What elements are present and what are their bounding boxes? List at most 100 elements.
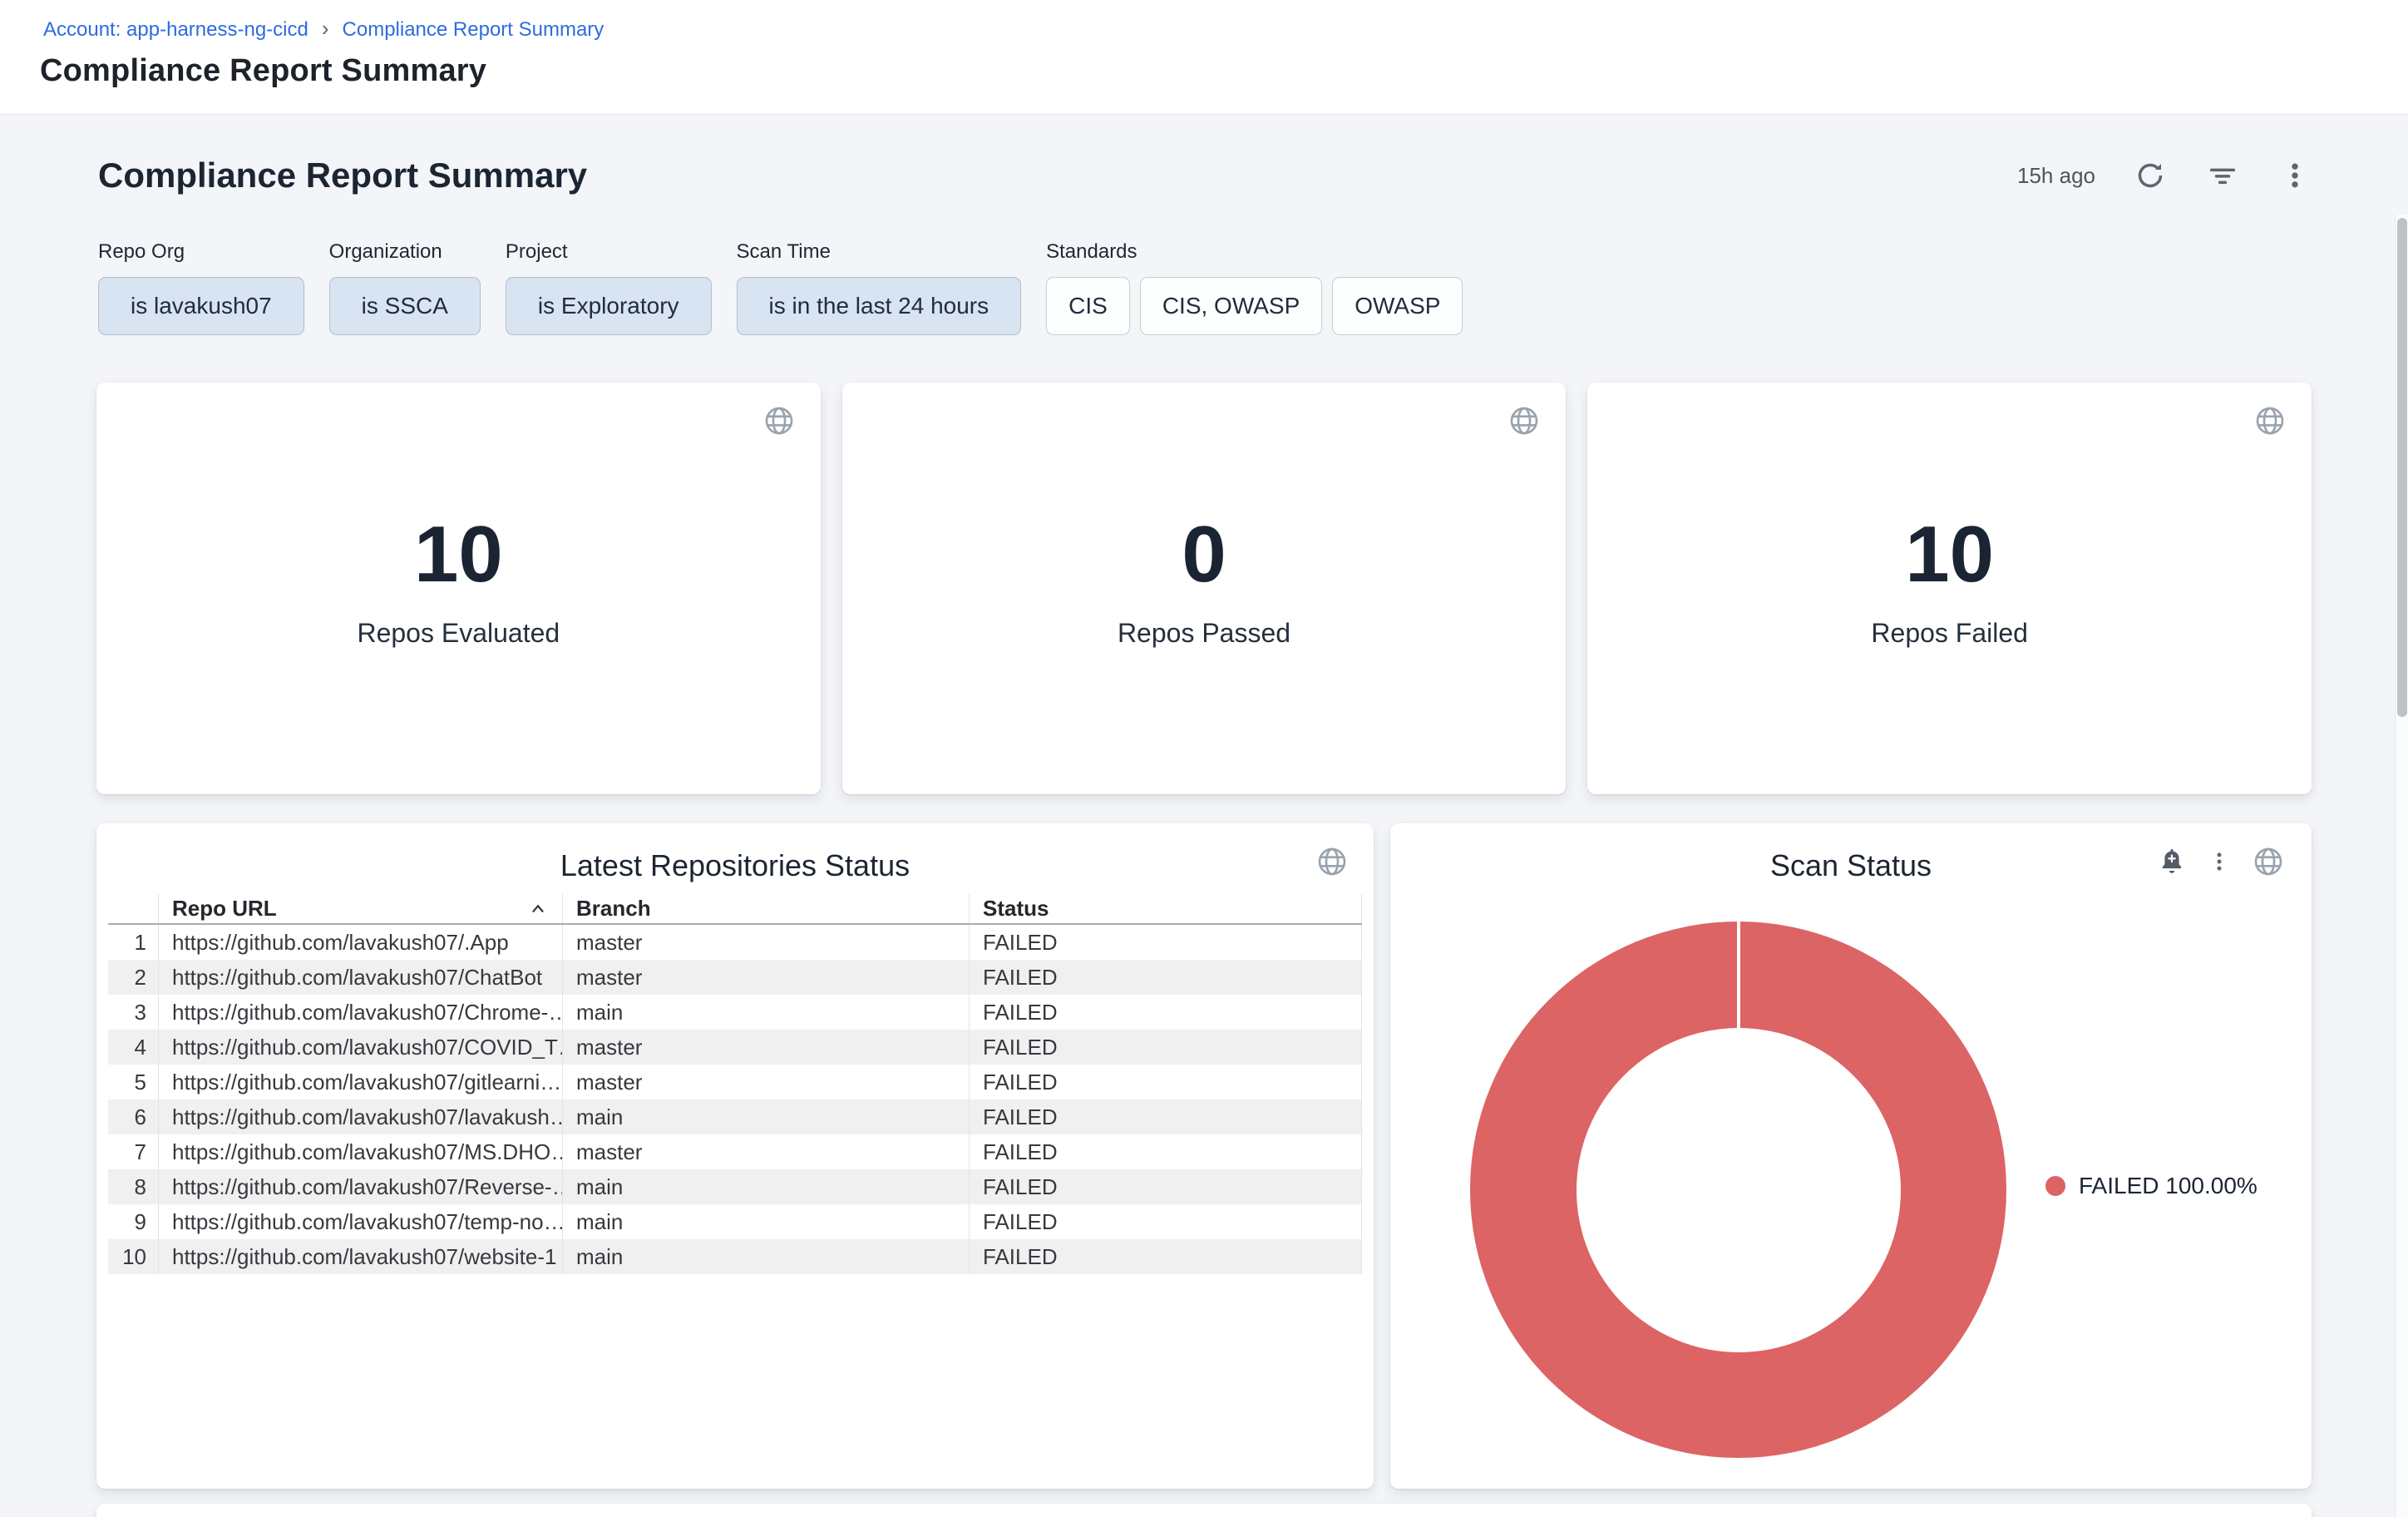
row-number-cell: 6 (108, 1099, 158, 1134)
metric-value: 10 (1905, 513, 1994, 597)
repo-url-cell: https://github.com/lavakush07/gitlearni… (158, 1065, 562, 1099)
row-number-cell: 8 (108, 1169, 158, 1204)
branch-cell: main (562, 1169, 969, 1204)
alert-button[interactable] (2157, 847, 2187, 877)
row-number-cell: 2 (108, 960, 158, 995)
dashboard-content: Compliance Report Summary 15h ago (0, 116, 2408, 1517)
column-header-status[interactable]: Status (969, 894, 1362, 923)
table-header-row: Repo URL Branch Status (108, 894, 1362, 925)
branch-cell: main (562, 1239, 969, 1274)
filter-label: Organization (329, 240, 481, 264)
repo-url-cell: https://github.com/lavakush07/temp-no… (158, 1204, 562, 1239)
repo-url-cell: https://github.com/lavakush07/website-1 (158, 1239, 562, 1274)
filter-group-scan-time: Scan Time is in the last 24 hours (737, 240, 1022, 335)
repo-url-cell: https://github.com/lavakush07/COVID_T… (158, 1030, 562, 1065)
scan-status-donut-chart[interactable] (1470, 922, 2006, 1458)
row-number-cell: 4 (108, 1030, 158, 1065)
scan-more-button[interactable] (2207, 847, 2232, 876)
filter-chip-standard-cis-owasp[interactable]: CIS, OWASP (1140, 277, 1322, 335)
last-updated-text: 15h ago (2017, 163, 2095, 189)
vertical-scrollbar-track (2395, 215, 2408, 1517)
globe-icon[interactable] (762, 404, 796, 437)
filter-chip-scan-time[interactable]: is in the last 24 hours (737, 277, 1022, 335)
column-header-repo-url[interactable]: Repo URL (158, 894, 562, 923)
column-header-branch[interactable]: Branch (562, 894, 969, 923)
donut-slice-divider (1737, 922, 1740, 1029)
filter-group-organization: Organization is SSCA (329, 240, 481, 335)
metric-label: Repos Failed (1871, 618, 2028, 649)
table-row: 7 https://github.com/lavakush07/MS.DHO… … (108, 1134, 1362, 1169)
branch-cell: master (562, 1134, 969, 1169)
metric-card-repos-passed: 0 Repos Passed (842, 383, 1567, 794)
filter-bar: Repo Org is lavakush07 Organization is S… (98, 240, 1463, 335)
page-title: Compliance Report Summary (40, 53, 2408, 89)
table-row: 9 https://github.com/lavakush07/temp-no…… (108, 1204, 1362, 1239)
filter-label: Standards (1046, 240, 1463, 264)
globe-icon[interactable] (1507, 404, 1541, 437)
repo-url-cell: https://github.com/lavakush07/.App (158, 925, 562, 960)
table-row: 8 https://github.com/lavakush07/Reverse-… (108, 1169, 1362, 1204)
status-cell: FAILED (969, 1134, 1362, 1169)
row-number-header (108, 894, 158, 923)
status-cell: FAILED (969, 1065, 1362, 1099)
filter-group-standards: Standards CIS CIS, OWASP OWASP (1046, 240, 1463, 335)
table-row: 5 https://github.com/lavakush07/gitlearn… (108, 1065, 1362, 1099)
table-row: 4 https://github.com/lavakush07/COVID_T…… (108, 1030, 1362, 1065)
status-cell: FAILED (969, 960, 1362, 995)
status-cell: FAILED (969, 995, 1362, 1030)
kebab-menu-icon (2207, 847, 2232, 876)
filter-chip-organization[interactable]: is SSCA (329, 277, 481, 335)
filter-chip-project[interactable]: is Exploratory (506, 277, 712, 335)
branch-cell: main (562, 1204, 969, 1239)
filter-chip-standard-owasp[interactable]: OWASP (1332, 277, 1463, 335)
table-row: 1 https://github.com/lavakush07/.App mas… (108, 925, 1362, 960)
legend-failed-label: FAILED 100.00% (2079, 1173, 2258, 1199)
metric-card-repos-evaluated: 10 Repos Evaluated (96, 383, 821, 794)
dashboard-header: Compliance Report Summary 15h ago (98, 156, 2312, 195)
dashboard-title: Compliance Report Summary (98, 156, 587, 195)
status-cell: FAILED (969, 1204, 1362, 1239)
metric-label: Repos Passed (1118, 618, 1290, 649)
filter-group-project: Project is Exploratory (506, 240, 712, 335)
metric-value: 0 (1182, 513, 1226, 597)
bell-plus-icon (2157, 847, 2187, 877)
status-cell: FAILED (969, 1099, 1362, 1134)
globe-icon[interactable] (2252, 845, 2285, 878)
branch-cell: master (562, 1030, 969, 1065)
table-card-title: Latest Repositories Status (96, 823, 1374, 883)
repo-url-cell: https://github.com/lavakush07/MS.DHO… (158, 1134, 562, 1169)
filter-icon (2205, 159, 2240, 192)
legend-failed-marker (2045, 1176, 2065, 1196)
sort-ascending-icon (529, 900, 547, 918)
vertical-scrollbar-thumb[interactable] (2397, 218, 2407, 717)
branch-cell: master (562, 960, 969, 995)
filter-button[interactable] (2205, 159, 2240, 192)
metric-value: 10 (414, 513, 503, 597)
breadcrumb-current-link[interactable]: Compliance Report Summary (343, 18, 604, 42)
globe-icon[interactable] (1315, 845, 1349, 878)
refresh-button[interactable] (2134, 159, 2167, 192)
scan-card-actions (2157, 845, 2285, 878)
status-cell: FAILED (969, 925, 1362, 960)
breadcrumb-separator: › (322, 18, 329, 38)
repo-url-cell: https://github.com/lavakush07/Reverse-… (158, 1169, 562, 1204)
filter-chip-repo-org[interactable]: is lavakush07 (98, 277, 304, 335)
branch-cell: main (562, 995, 969, 1030)
dashboard-actions: 15h ago (2017, 159, 2312, 192)
row-number-cell: 10 (108, 1239, 158, 1274)
status-cell: FAILED (969, 1030, 1362, 1065)
filter-chip-standard-cis[interactable]: CIS (1046, 277, 1130, 335)
breadcrumb-account-link[interactable]: Account: app-harness-ng-cicd (43, 18, 308, 42)
dashboard-more-button[interactable] (2278, 159, 2312, 192)
table-body: 1 https://github.com/lavakush07/.App mas… (108, 925, 1362, 1274)
status-cell: FAILED (969, 1169, 1362, 1204)
app-header: Account: app-harness-ng-cicd › Complianc… (0, 0, 2408, 115)
globe-icon[interactable] (2253, 404, 2287, 437)
table-row: 3 https://github.com/lavakush07/Chrome-…… (108, 995, 1362, 1030)
breadcrumb: Account: app-harness-ng-cicd › Complianc… (43, 18, 2408, 42)
chart-legend[interactable]: FAILED 100.00% (2045, 1173, 2258, 1199)
filter-label: Repo Org (98, 240, 304, 264)
metric-cards-row: 10 Repos Evaluated 0 Repos Passed 10 Rep… (96, 383, 2312, 794)
branch-cell: master (562, 925, 969, 960)
row-number-cell: 9 (108, 1204, 158, 1239)
